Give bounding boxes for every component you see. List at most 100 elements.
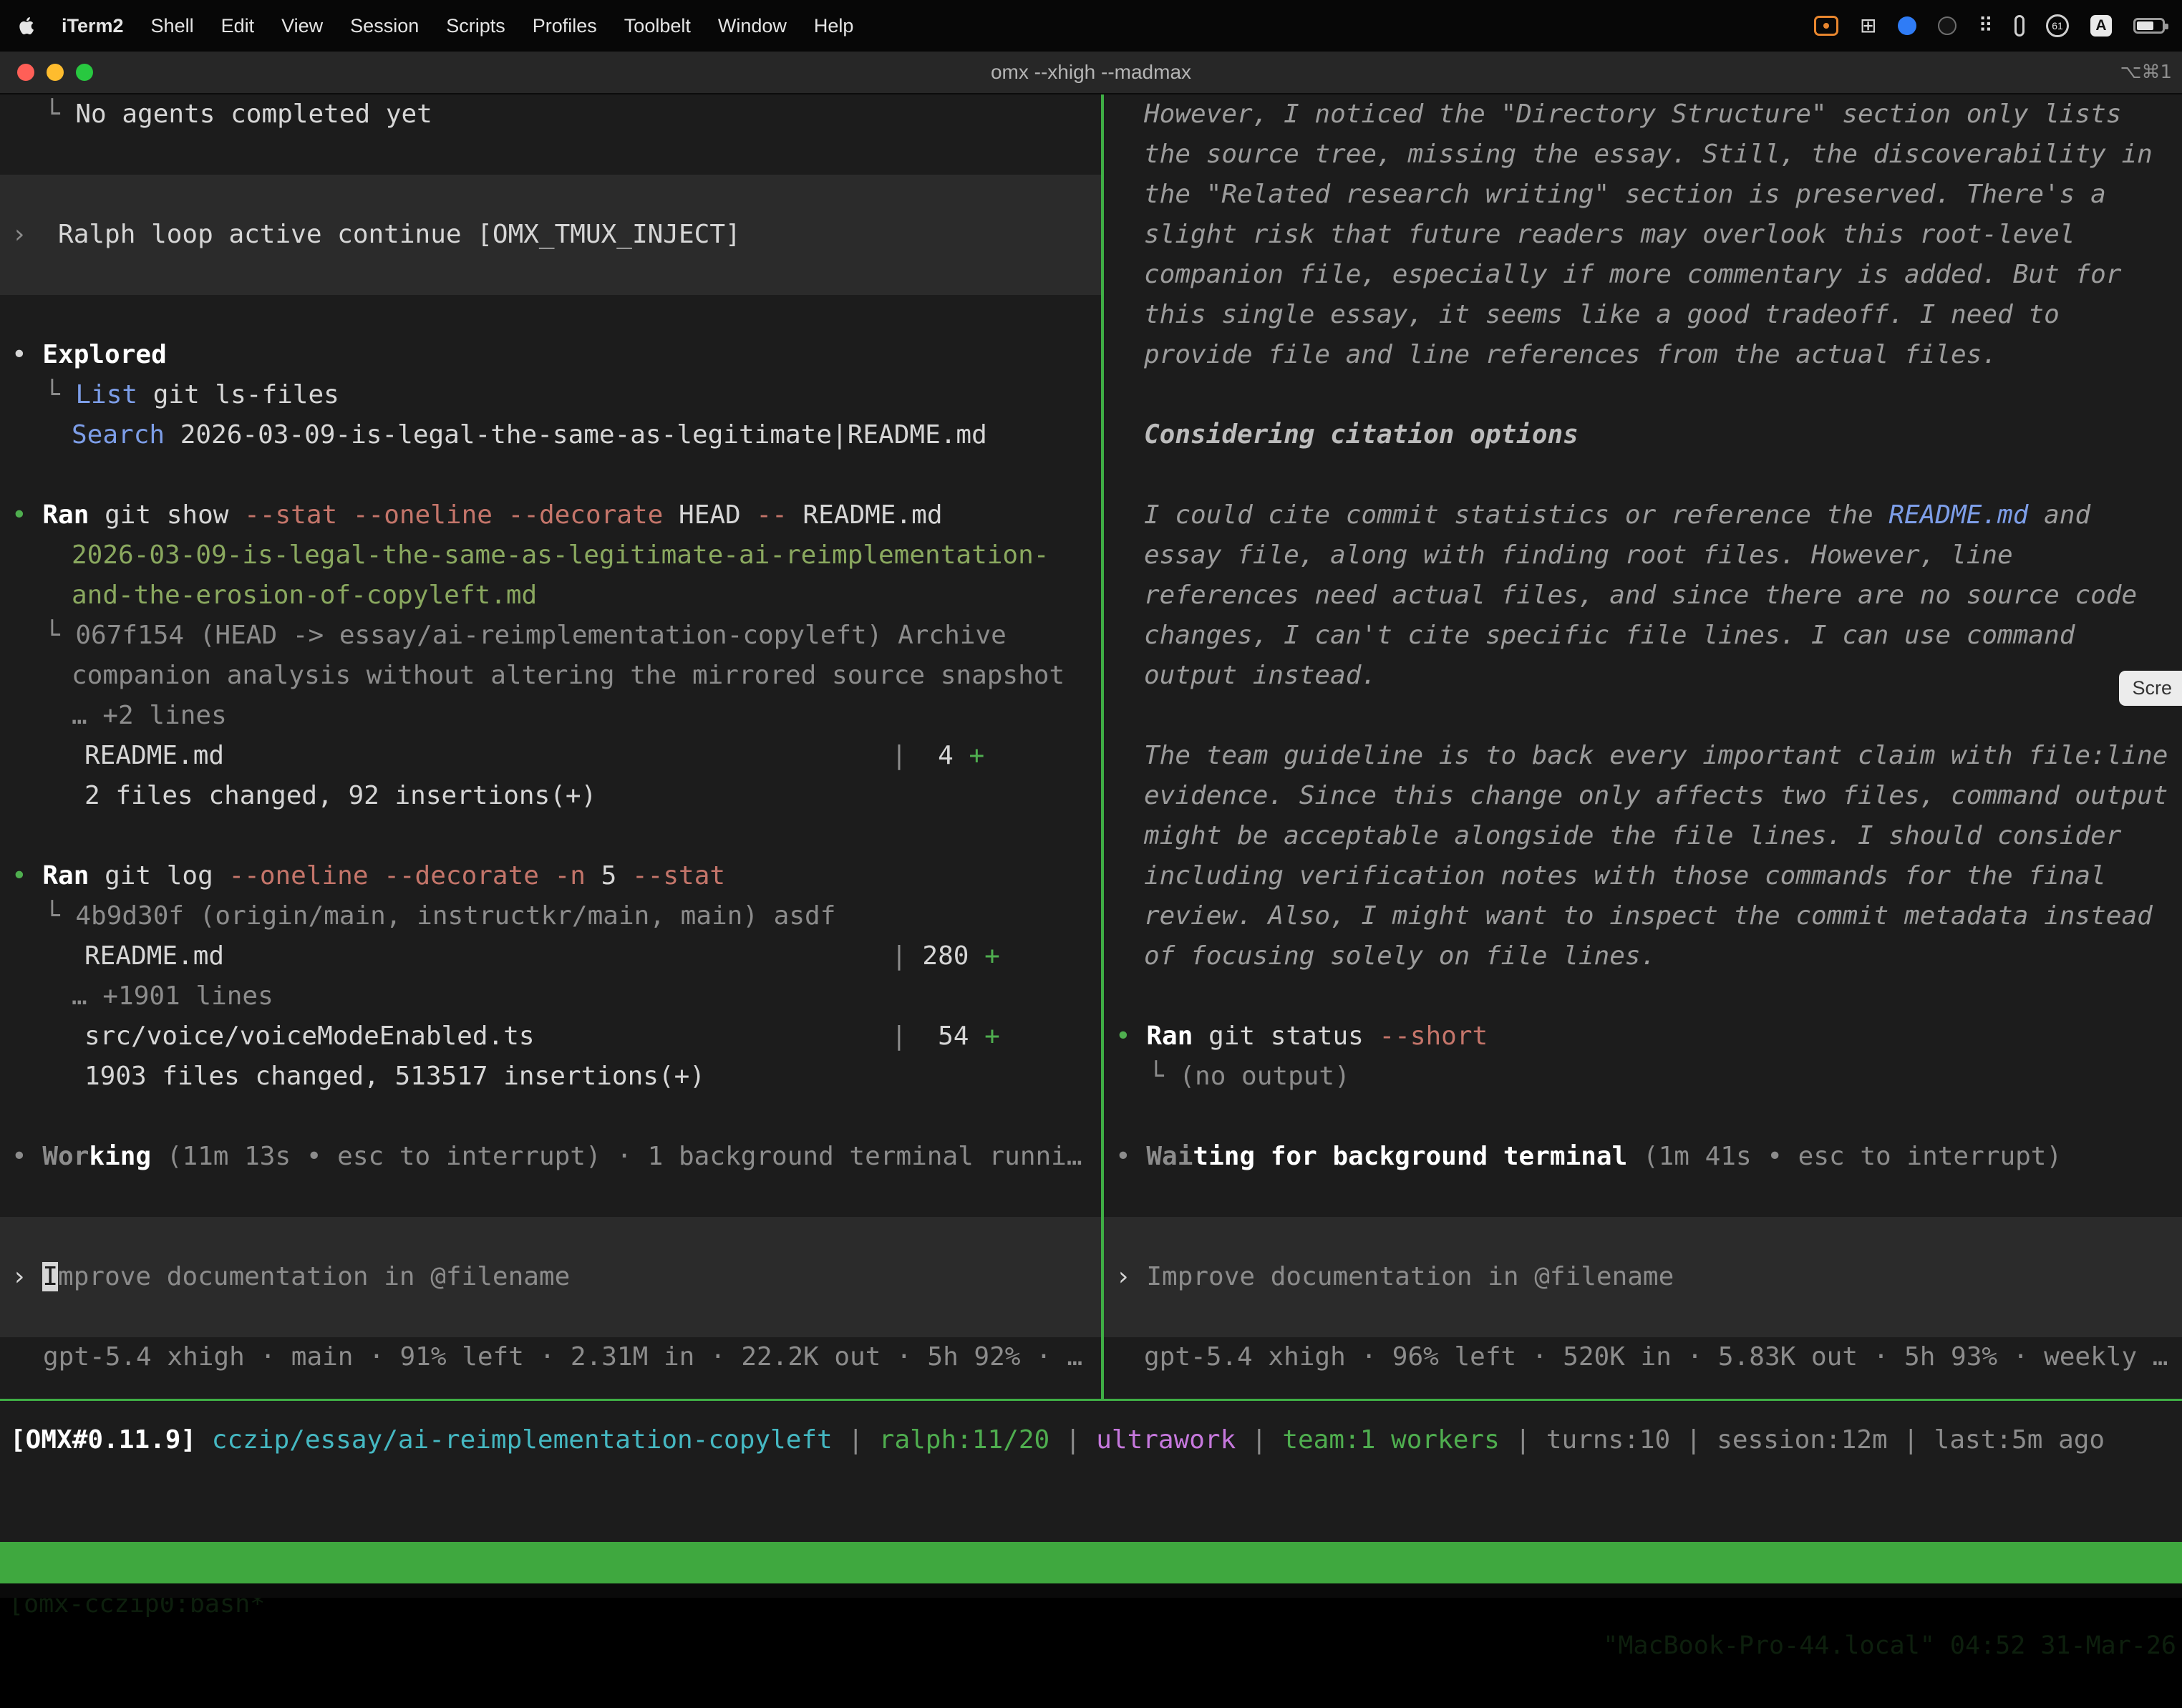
battery-icon[interactable] [2133, 18, 2165, 34]
tmux-host-datetime: "MacBook-Pro-44.local" 04:52 31-Mar-26 [1603, 1625, 2176, 1666]
text-segment: └ [44, 621, 75, 650]
menu-item-session[interactable]: Session [350, 15, 419, 37]
terminal-line: output instead. [1104, 656, 2182, 696]
terminal-line [0, 1217, 1101, 1257]
terminal-line: • Ran git status --short [1104, 1016, 2182, 1057]
text-segment: | [1500, 1425, 1546, 1455]
window-title-bar[interactable]: omx --xhigh --madmax ⌥⌘1 [0, 52, 2182, 94]
menu-item-shell[interactable]: Shell [151, 15, 194, 37]
text-segment: gpt-5.4 xhigh · main · 91% left · 2.31M … [43, 1342, 1082, 1372]
text-segment [535, 1022, 892, 1051]
prompt-input[interactable]: › Improve documentation in @filename [0, 1257, 1101, 1297]
text-segment: 280 [907, 941, 984, 971]
text-segment: ting for background terminal [1193, 1142, 1627, 1171]
battery-gauge-icon[interactable]: 61 [2046, 14, 2069, 37]
text-segment: • [11, 1142, 42, 1171]
omx-status-line: [OMX#0.11.9] cczip/essay/ai-reimplementa… [0, 1420, 2182, 1460]
input-source-icon[interactable]: A [2090, 15, 2112, 37]
capsule-icon[interactable] [2014, 15, 2025, 37]
text-segment: essay file, along with finding root file… [1144, 540, 2013, 570]
prompt-input[interactable]: › Improve documentation in @filename [1104, 1257, 2182, 1297]
terminal-line [1104, 1097, 2182, 1137]
text-segment: • [1115, 1142, 1146, 1171]
text-segment: • [11, 861, 42, 891]
text-segment: … +1901 lines [72, 981, 273, 1011]
terminal-line: gpt-5.4 xhigh · 96% left · 520K in · 5.8… [1104, 1337, 2182, 1377]
dark-app-icon[interactable] [1938, 16, 1956, 35]
window-title: omx --xhigh --madmax [0, 52, 2182, 94]
terminal-line [0, 135, 1101, 175]
menu-item-edit[interactable]: Edit [221, 15, 255, 37]
input-source-letter: A [2095, 17, 2106, 34]
terminal-line [1104, 976, 2182, 1016]
menu-bar-left: iTerm2 Shell Edit View Session Scripts Profil… [17, 15, 853, 37]
terminal-line: of focusing solely on file lines. [1104, 936, 2182, 976]
terminal-line [0, 255, 1101, 295]
terminal-line: • Explored [0, 335, 1101, 375]
text-segment: | [891, 1022, 907, 1051]
tmux-pane-left[interactable]: └ No agents completed yet› Ralph loop ac… [0, 94, 1101, 1399]
text-segment: the "Related research writing" section i… [1144, 180, 2106, 209]
terminal-line [0, 816, 1101, 856]
terminal-line: 1903 files changed, 513517 insertions(+) [0, 1057, 1101, 1097]
text-segment: + [969, 741, 984, 770]
menu-item-profiles[interactable]: Profiles [533, 15, 597, 37]
menu-item-window[interactable]: Window [718, 15, 787, 37]
text-segment: src/voice/voiceModeEnabled.ts [84, 1022, 535, 1051]
text-segment: evidence. Since this change only affects… [1144, 781, 2168, 810]
blue-app-icon[interactable] [1898, 16, 1916, 35]
terminal-line: essay file, along with finding root file… [1104, 535, 2182, 576]
terminal-line: might be acceptable alongside the file l… [1104, 816, 2182, 856]
tmux-pane-right[interactable]: However, I noticed the "Directory Struct… [1104, 94, 2182, 1399]
text-segment: I [42, 1262, 58, 1291]
text-segment: git status [1193, 1022, 1379, 1051]
text-segment: provide file and line references from th… [1144, 340, 1997, 369]
menu-item-toolbelt[interactable]: Toolbelt [624, 15, 691, 37]
text-segment: README.md [84, 741, 224, 770]
terminal-line: └ No agents completed yet [0, 94, 1101, 135]
text-segment: | [833, 1425, 879, 1455]
terminal-line: Considering citation options [1104, 415, 2182, 455]
text-segment: | [1888, 1425, 1934, 1455]
text-segment [224, 741, 891, 770]
screen-recording-indicator-icon[interactable] [1814, 16, 1838, 36]
terminal-line: 2 files changed, 92 insertions(+) [0, 776, 1101, 816]
text-segment: Explored [42, 340, 166, 369]
screen-overlay-tooltip[interactable]: Scre [2119, 671, 2182, 706]
terminal-line: … +2 lines [0, 696, 1101, 736]
text-segment: 2 files changed, 92 insertions(+) [84, 781, 596, 810]
pane-divider-vertical[interactable] [1101, 94, 1104, 1399]
menu-item-help[interactable]: Help [814, 15, 854, 37]
text-segment: 4 [907, 741, 969, 770]
text-segment: › [11, 220, 58, 249]
menu-item-iterm2[interactable]: iTerm2 [62, 15, 124, 37]
terminal-line: • Ran git log --oneline --decorate -n 5 … [0, 856, 1101, 896]
text-segment: └ [44, 100, 75, 129]
text-segment: › [11, 1262, 42, 1291]
text-segment: ultrawork [1096, 1425, 1236, 1455]
text-segment: references need actual files, and since … [1144, 581, 2137, 610]
text-segment: turns:10 [1546, 1425, 1670, 1455]
menu-item-scripts[interactable]: Scripts [446, 15, 505, 37]
terminal-line [0, 175, 1101, 215]
terminal-line: • Working (11m 13s • esc to interrupt) ·… [0, 1137, 1101, 1177]
apple-menu-icon[interactable] [17, 16, 34, 36]
text-segment: | [1049, 1425, 1096, 1455]
menu-item-view[interactable]: View [281, 15, 323, 37]
terminal-line: provide file and line references from th… [1104, 335, 2182, 375]
terminal-line: • Waiting for background terminal (1m 41… [1104, 1137, 2182, 1177]
dots-grid-icon[interactable]: ⠿ [1978, 16, 1993, 36]
text-segment: Improve documentation in @filename [1146, 1262, 1674, 1291]
terminal-line: review. Also, I might want to inspect th… [1104, 896, 2182, 936]
text-segment: changes, I can't cite specific file line… [1144, 621, 2075, 650]
terminal-line: the source tree, missing the essay. Stil… [1104, 135, 2182, 175]
text-segment: companion analysis without altering the … [72, 661, 1065, 690]
terminal-line: references need actual files, and since … [1104, 576, 2182, 616]
terminal-line: └ 067f154 (HEAD -> essay/ai-reimplementa… [0, 616, 1101, 656]
terminal-line [0, 455, 1101, 495]
window-grid-icon[interactable]: ⊞ [1860, 16, 1876, 36]
terminal-line [0, 1297, 1101, 1337]
text-segment: and [2028, 500, 2090, 530]
text-segment: cczip/essay/ai-reimplementation-copyleft [212, 1425, 833, 1455]
terminal-line: companion file, especially if more comme… [1104, 255, 2182, 295]
